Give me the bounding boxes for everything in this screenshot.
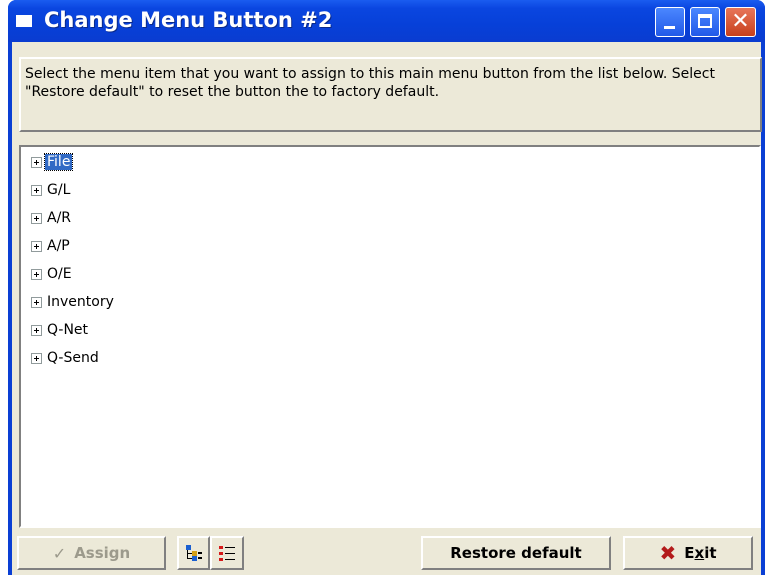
tree-item-q-net[interactable]: Q-Net	[31, 320, 90, 340]
tree-item-label: G/L	[47, 182, 71, 198]
tree-item-gl[interactable]: G/L	[31, 180, 72, 200]
tree-item-file[interactable]: File	[31, 152, 74, 172]
assign-label: Assign	[74, 544, 131, 562]
expand-icon[interactable]	[31, 212, 42, 224]
tree-item-label: File	[43, 153, 74, 171]
expand-icon[interactable]	[31, 156, 42, 168]
expand-icon[interactable]	[31, 352, 42, 364]
expand-icon[interactable]	[31, 240, 42, 252]
expand-icon[interactable]	[31, 296, 42, 308]
tree-item-label: O/E	[47, 266, 72, 282]
red-x-icon: ✖	[659, 541, 677, 565]
tree-item-q-send[interactable]: Q-Send	[31, 348, 101, 368]
tree-view-button[interactable]	[177, 536, 210, 570]
exit-label: Exit	[684, 544, 716, 562]
tree-item-label: A/R	[47, 210, 72, 226]
tree-item-ar[interactable]: A/R	[31, 208, 73, 228]
tree-item-inventory[interactable]: Inventory	[31, 292, 116, 312]
assign-button[interactable]: ✓ Assign	[17, 536, 166, 570]
maximize-icon	[698, 14, 712, 28]
close-icon: ✕	[731, 9, 750, 34]
exit-label-prefix: E	[684, 544, 695, 562]
maximize-button[interactable]	[690, 7, 720, 37]
window-title: Change Menu Button #2	[44, 8, 333, 32]
title-bar[interactable]: Change Menu Button #2 ✕	[8, 0, 765, 42]
list-view-icon	[219, 546, 235, 561]
checkmark-icon: ✓	[52, 543, 67, 563]
expand-icon[interactable]	[31, 324, 42, 336]
exit-label-mnemonic: x	[694, 544, 705, 562]
restore-default-label: Restore default	[450, 544, 582, 562]
dialog-client-area: Select the menu item that you want to as…	[12, 42, 762, 575]
expand-icon[interactable]	[31, 184, 42, 196]
dialog-window: Change Menu Button #2 ✕ Select the menu …	[8, 0, 765, 575]
exit-button[interactable]: ✖ Exit	[623, 536, 753, 570]
close-button[interactable]: ✕	[725, 7, 756, 37]
tree-item-ap[interactable]: A/P	[31, 236, 72, 256]
tree-item-oe[interactable]: O/E	[31, 264, 74, 284]
instructions-text: Select the menu item that you want to as…	[19, 57, 762, 132]
restore-default-button[interactable]: Restore default	[421, 536, 611, 570]
window-menu-icon[interactable]	[16, 15, 32, 27]
list-view-button[interactable]	[210, 536, 244, 570]
tree-item-label: Q-Net	[47, 322, 89, 338]
exit-label-suffix: it	[704, 544, 717, 562]
minimize-button[interactable]	[655, 7, 685, 37]
minimize-icon	[664, 26, 675, 29]
expand-icon[interactable]	[31, 268, 42, 280]
tree-view-icon	[185, 545, 202, 561]
tree-item-label: Inventory	[47, 294, 114, 310]
tree-item-label: A/P	[47, 238, 70, 254]
tree-item-label: Q-Send	[47, 350, 99, 366]
menu-tree[interactable]: File G/L A/R A/P O/E Inventory Q-Net Q-S…	[19, 145, 761, 528]
